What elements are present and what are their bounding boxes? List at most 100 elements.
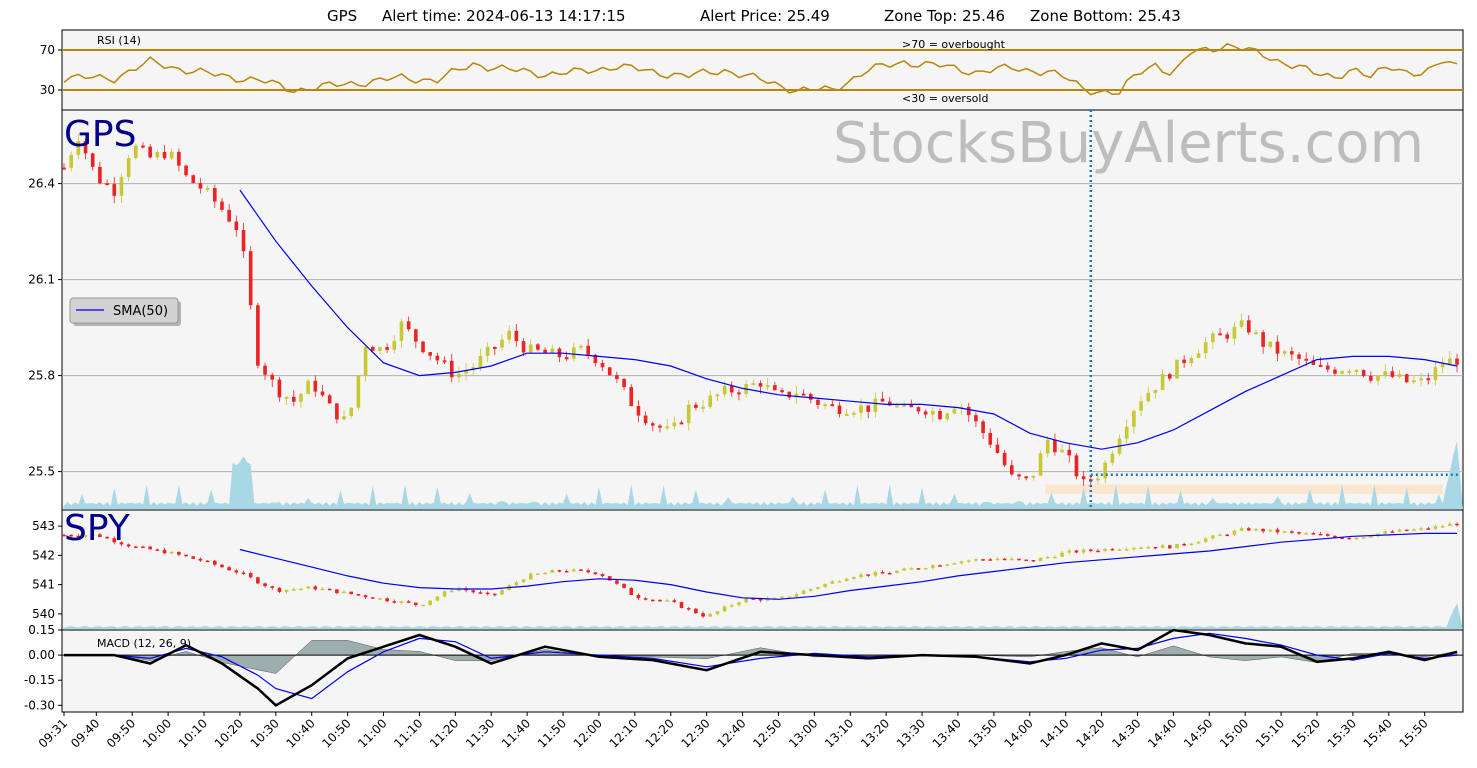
rsi-oversold-label: <30 = oversold [902, 92, 988, 105]
gps-candle [550, 348, 555, 353]
gps-candle [909, 405, 914, 408]
gps-candle [385, 347, 389, 350]
gps-candle [1275, 341, 1280, 354]
gps-candle [392, 340, 397, 350]
spy-candle [708, 614, 713, 617]
gps-candle [291, 396, 296, 402]
gps-ticker-label: GPS [64, 114, 136, 155]
gps-candle [830, 404, 835, 407]
x-tick-label: 13:50 [966, 716, 1000, 750]
spy-candle [141, 546, 145, 549]
spy-candle [1440, 526, 1445, 528]
gps-candle [485, 346, 490, 356]
spy-candle [184, 554, 188, 557]
gps-candle [715, 394, 720, 397]
gps-candle [1268, 341, 1273, 347]
spy-candle [823, 583, 827, 588]
gps-candle [686, 404, 691, 424]
spy-candle [1225, 534, 1230, 537]
spy-candle [1404, 529, 1409, 532]
rsi-panel [61, 29, 1464, 111]
x-tick-label: 14:00 [1002, 716, 1036, 750]
gps-candle [600, 362, 605, 368]
spy-candle [256, 577, 260, 584]
spy-candle [852, 577, 856, 579]
gps-candle [478, 355, 483, 368]
gps-candle [729, 385, 734, 393]
gps-candle [1196, 353, 1201, 359]
spy-candle [363, 595, 368, 598]
gps-candle [1160, 374, 1165, 390]
spy-candle [277, 587, 282, 592]
gps-candle [1383, 371, 1387, 376]
gps-candle [155, 151, 160, 158]
x-tick-label: 09:50 [104, 716, 138, 750]
x-tick-label: 12:20 [643, 716, 677, 750]
alert-zone-band [1045, 484, 1443, 494]
gps-candle [356, 375, 361, 408]
spy-candle [1354, 537, 1359, 540]
gps-candle [1203, 342, 1208, 354]
gps-candle [852, 412, 856, 415]
spy-candle [327, 588, 332, 591]
spy-candle [1081, 549, 1086, 553]
gps-candle [169, 151, 174, 159]
spy-candle [212, 560, 217, 565]
spy-candle [794, 593, 799, 597]
spy-candle [291, 589, 296, 591]
gps-candle [952, 408, 957, 414]
spy-candle [471, 590, 476, 593]
rsi-overbought-label: >70 = overbought [902, 38, 1006, 51]
spy-candle [356, 594, 361, 596]
spy-candle [694, 608, 698, 614]
gps-candle [105, 183, 109, 186]
header-zone-top: Zone Top: 25.46 [884, 7, 1005, 25]
macd-ytick-label: -0.15 [24, 673, 55, 687]
gps-candle [1440, 364, 1445, 368]
spy-candle [1282, 531, 1287, 533]
x-tick-label: 15:40 [1361, 716, 1395, 750]
x-tick-label: 11:00 [355, 716, 389, 750]
spy-ytick-label: 542 [32, 548, 55, 562]
gps-candle [708, 395, 713, 407]
gps-candle [586, 345, 590, 355]
gps-candle [205, 188, 210, 191]
spy-candle [679, 602, 684, 609]
gps-ytick-label: 26.1 [28, 273, 55, 287]
spy-candle [909, 568, 914, 570]
gps-candle [701, 406, 705, 409]
gps-candle [191, 175, 196, 183]
spy-candle [263, 583, 267, 587]
gps-candle [220, 201, 224, 210]
spy-candle [1088, 549, 1093, 552]
header-zone-bottom: Zone Bottom: 25.43 [1030, 7, 1181, 25]
gps-candle [1232, 326, 1237, 339]
spy-candle [557, 570, 562, 572]
gps-candle [536, 344, 540, 350]
sma-legend: SMA(50) [69, 297, 181, 326]
spy-candle [665, 600, 669, 602]
x-tick-label: 12:10 [607, 716, 641, 750]
gps-candle [349, 407, 354, 417]
gps-candle [1038, 453, 1043, 476]
gps-candle [148, 146, 152, 158]
x-tick-label: 10:20 [212, 716, 246, 750]
gps-candle [327, 395, 332, 404]
gps-candle [916, 407, 921, 412]
gps-candle [787, 391, 792, 398]
spy-candle [880, 572, 885, 574]
x-tick-label: 11:10 [391, 716, 425, 750]
gps-candle [859, 405, 863, 413]
gps-candle [895, 405, 899, 408]
x-tick-label: 09:40 [68, 716, 102, 750]
spy-candle [1239, 528, 1244, 531]
gps-candle [564, 357, 569, 360]
spy-ytick-label: 541 [32, 578, 55, 592]
x-tick-label: 13:00 [786, 716, 820, 750]
gps-candle [694, 404, 698, 408]
gps-candle [1297, 354, 1301, 359]
spy-candle [1268, 529, 1273, 532]
gps-candle [1225, 334, 1230, 339]
spy-candle [1290, 531, 1294, 533]
header-alert-price: Alert Price: 25.49 [700, 7, 830, 25]
